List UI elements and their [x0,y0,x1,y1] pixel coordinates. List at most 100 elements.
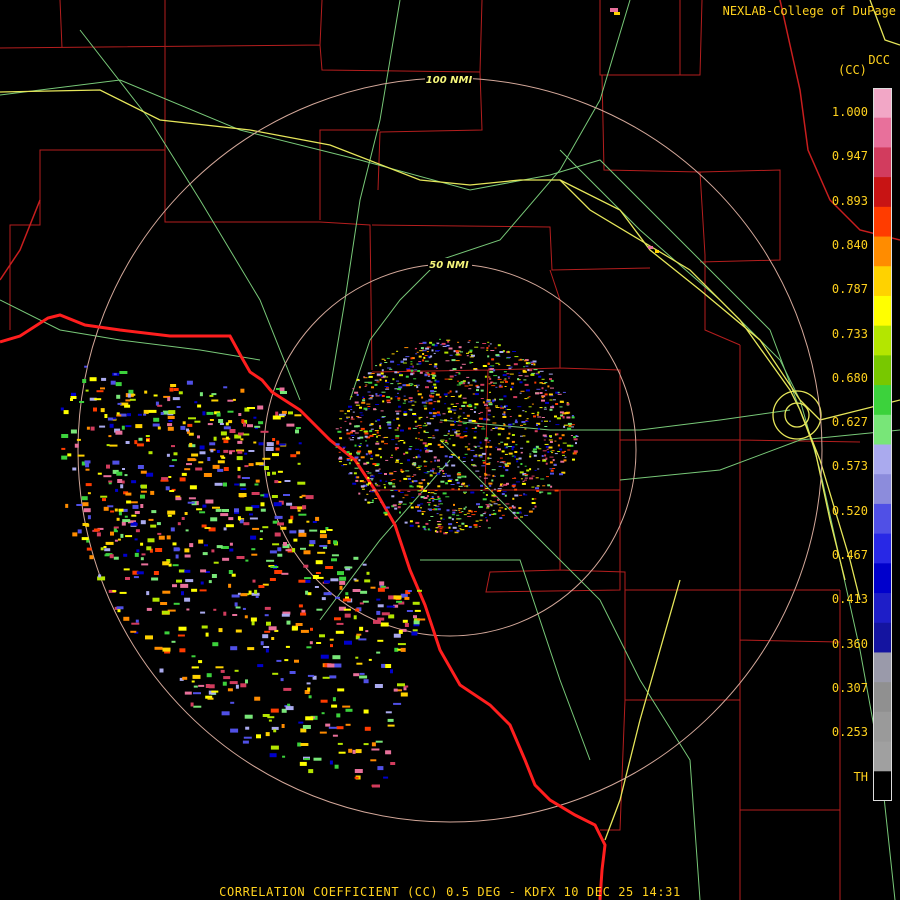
echo-pixel [503,413,506,416]
echo-pixel [435,393,440,396]
echo-pixel [424,360,429,362]
echo-pixel [493,496,498,498]
echo-pixel [269,550,277,554]
echo-pixel [205,632,209,637]
echo-pixel [386,605,395,608]
echo-pixel [229,681,238,685]
echo-pixel [405,375,409,378]
echo-pixel [352,411,355,413]
echo-pixel [509,416,512,417]
echo-pixel [373,619,381,624]
echo-pixel [448,526,451,529]
echo-pixel [391,439,395,441]
echo-pixel [363,407,368,410]
echo-pixel [415,347,417,349]
echo-pixel [439,514,443,516]
echo-pixel [219,423,224,425]
echo-pixel [171,459,177,462]
echo-pixel [431,349,434,352]
echo-pixel [140,490,147,493]
echo-pixel [533,415,536,418]
echo-pixel [463,514,467,516]
ring-label-50: 50 NMI [429,260,469,271]
echo-pixel [187,423,193,427]
echo-pixel [393,633,401,638]
echo-pixel [348,473,351,475]
echo-pixel [402,384,407,387]
echo-pixel [541,399,545,402]
echo-pixel [301,609,306,613]
echo-pixel [355,656,359,659]
echo-pixel [413,378,417,380]
echo-pixel [240,388,245,393]
echo-pixel [479,476,482,478]
echo-pixel [525,420,529,422]
echo-pixel [352,482,357,485]
echo-pixel [431,372,436,375]
echo-pixel [439,467,443,469]
echo-pixel [321,712,325,715]
echo-pixel [440,480,445,483]
echo-pixel [375,484,379,486]
echo-pixel [462,482,466,485]
echo-pixel [124,404,131,408]
echo-pixel [426,416,429,418]
echo-pixel [354,467,359,469]
echo-pixel [546,448,549,450]
echo-pixel [321,597,326,601]
echo-pixel [384,443,388,445]
echo-pixel [348,462,351,465]
international-border [0,313,607,900]
echo-pixel [329,638,334,641]
echo-pixel [535,392,540,395]
echo-pixel [429,474,433,477]
echo-pixel [529,453,532,455]
echo-pixel [400,360,404,363]
color-scale-swatch [873,88,892,119]
echo-pixel [410,363,413,365]
echo-pixel [655,250,659,253]
echo-pixel [127,413,131,417]
echo-pixel [247,424,253,428]
echo-pixel [346,432,351,435]
color-scale-swatch [873,622,892,653]
echo-pixel [269,578,276,581]
echo-pixel [441,342,446,345]
echo-pixel [358,638,367,641]
echo-pixel [461,522,465,525]
county-lines [0,0,861,900]
echo-pixel [260,641,264,646]
echo-pixel [429,412,433,415]
echo-pixel [344,420,347,422]
echo-pixel [466,352,469,354]
echo-pixel [395,437,400,439]
echo-pixel [381,416,386,418]
echo-pixel [400,647,406,652]
echo-pixel [406,384,411,387]
echo-pixel [499,461,504,463]
echo-pixel [125,492,132,496]
echo-pixel [471,362,474,363]
echo-pixel [257,405,264,410]
echo-pixel [568,424,572,427]
echo-pixel [552,459,555,462]
echo-pixel [255,462,264,466]
echo-pixel [319,534,327,539]
echo-pixel [77,529,82,534]
echo-pixel [335,630,344,634]
echo-pixel [191,655,196,658]
echo-pixel [157,404,163,407]
echo-pixel [167,514,172,517]
echo-pixel [376,435,378,438]
echo-pixel [422,359,425,362]
echo-pixel [63,410,69,415]
echo-pixel [498,509,502,512]
echo-pixel [444,455,448,458]
echo-pixel [454,420,456,423]
echo-pixel [418,493,422,496]
echo-pixel [172,584,177,588]
echo-pixel [501,428,505,430]
echo-pixel [85,389,89,392]
echo-pixel [237,516,241,521]
echo-pixel [243,522,250,526]
